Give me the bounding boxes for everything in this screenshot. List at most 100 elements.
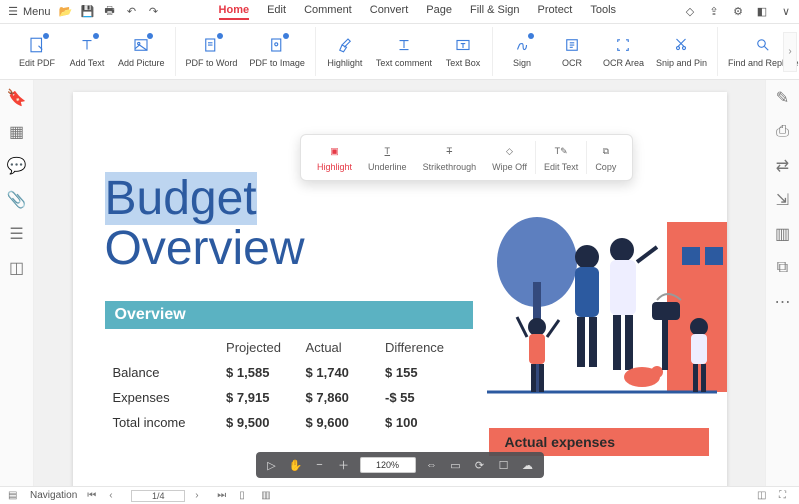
attachments-icon[interactable]: 📎: [9, 192, 25, 208]
fit-page-icon[interactable]: ▭: [448, 457, 464, 473]
rotate-icon[interactable]: ⟳: [472, 457, 488, 473]
first-page-icon[interactable]: ⏮: [87, 490, 99, 502]
add-picture-button[interactable]: Add Picture: [118, 35, 165, 68]
fields-icon[interactable]: ☰: [9, 226, 25, 242]
text-comment-icon: [394, 35, 414, 55]
ribbon-label: Edit PDF: [19, 58, 55, 68]
insert-icon[interactable]: ✎: [775, 90, 791, 106]
add-text-icon: [77, 35, 97, 55]
tab-edit[interactable]: Edit: [267, 4, 286, 20]
open-icon[interactable]: 📂: [59, 5, 73, 19]
ctx-highlight[interactable]: ▣Highlight: [309, 141, 360, 174]
ctx-edit-text[interactable]: T✎ Edit Text: [535, 141, 586, 174]
undo-icon[interactable]: ↶: [125, 5, 139, 19]
redo-icon[interactable]: ↷: [147, 5, 161, 19]
title-selection[interactable]: Budget: [105, 172, 257, 225]
tab-page[interactable]: Page: [426, 4, 452, 20]
bookmark-icon[interactable]: 🔖: [9, 90, 25, 106]
col-actual: Actual: [306, 340, 385, 355]
snip-pin-button[interactable]: Snip and Pin: [656, 35, 707, 68]
pdf-to-image-button[interactable]: PDF to Image: [249, 35, 305, 68]
ribbon-label: Add Picture: [118, 58, 165, 68]
print-icon[interactable]: 🖶: [103, 5, 117, 19]
ribbon-label: PDF to Word: [186, 58, 238, 68]
text-box-button[interactable]: Text Box: [444, 35, 482, 68]
ocr-icon: [562, 35, 582, 55]
table-row: Total income $ 9,500 $ 9,600 $ 100: [105, 410, 473, 435]
zoom-out-icon[interactable]: −: [312, 457, 328, 473]
share-icon[interactable]: ⇪: [707, 5, 721, 19]
col-projected: Projected: [226, 340, 305, 355]
highlight-button[interactable]: Highlight: [326, 35, 364, 68]
ribbon-label: PDF to Image: [249, 58, 305, 68]
thumbnails-icon[interactable]: ▦: [9, 124, 25, 140]
minimize-icon[interactable]: ∨: [779, 5, 793, 19]
sign-button[interactable]: Sign: [503, 35, 541, 68]
export-pdf-icon[interactable]: ⎙: [775, 124, 791, 140]
save-icon[interactable]: 💾: [81, 5, 95, 19]
zoom-in-icon[interactable]: ＋: [336, 457, 352, 473]
text-comment-button[interactable]: Text comment: [376, 35, 432, 68]
fullscreen-icon[interactable]: ⛶: [779, 490, 791, 502]
ctx-strikethrough[interactable]: TStrikethrough: [415, 141, 485, 174]
tab-protect[interactable]: Protect: [538, 4, 573, 20]
fit-width-icon[interactable]: ⇔: [424, 457, 440, 473]
ocr-button[interactable]: OCR: [553, 35, 591, 68]
page-input[interactable]: 1/4: [131, 490, 185, 502]
more-tools-icon[interactable]: ⋯: [775, 294, 791, 310]
prev-page-icon[interactable]: ‹: [109, 490, 121, 502]
ocr-area-button[interactable]: OCR Area: [603, 35, 644, 68]
row-difference: $ 155: [385, 365, 464, 380]
convert-icon[interactable]: ⇄: [775, 158, 791, 174]
tab-home[interactable]: Home: [219, 4, 250, 20]
tab-fillsign[interactable]: Fill & Sign: [470, 4, 520, 20]
layers-icon[interactable]: ◫: [9, 260, 25, 276]
user-icon[interactable]: ◇: [683, 5, 697, 19]
row-projected: $ 9,500: [226, 415, 305, 430]
family-illustration: [467, 162, 727, 422]
table-row: Expenses $ 7,915 $ 7,860 -$ 55: [105, 385, 473, 410]
ctx-label: Underline: [368, 162, 407, 172]
menu-button[interactable]: ☰ Menu: [6, 5, 51, 19]
read-mode-icon[interactable]: ☐: [496, 457, 512, 473]
eraser-icon: ◇: [502, 143, 518, 159]
ctx-wipeoff[interactable]: ◇Wipe Off: [484, 141, 535, 174]
continuous-page-icon[interactable]: ▥: [261, 490, 273, 502]
nav-panel-icon[interactable]: ▤: [8, 490, 20, 502]
last-page-icon[interactable]: ⏭: [217, 490, 229, 502]
settings-icon[interactable]: ⚙: [731, 5, 745, 19]
compress-icon[interactable]: ⇲: [775, 192, 791, 208]
merge-icon[interactable]: ⧉: [775, 260, 791, 276]
ctx-copy[interactable]: ⧉Copy: [586, 141, 624, 174]
skin-icon[interactable]: ◧: [755, 5, 769, 19]
menu-label: Menu: [23, 6, 51, 18]
tab-comment[interactable]: Comment: [304, 4, 352, 20]
next-page-icon[interactable]: ›: [195, 490, 207, 502]
quick-access: 📂 💾 🖶 ↶ ↷: [59, 5, 161, 19]
right-rail: ✎ ⎙ ⇄ ⇲ ▥ ⧉ ⋯: [765, 80, 799, 486]
ribbon-label: Add Text: [70, 58, 105, 68]
edit-text-icon: T✎: [553, 143, 569, 159]
image-tool-icon[interactable]: ▥: [775, 226, 791, 242]
comments-icon[interactable]: 💬: [9, 158, 25, 174]
ribbon-label: Text comment: [376, 58, 432, 68]
overview-table: Projected Actual Difference Balance $ 1,…: [105, 335, 473, 435]
pdf-to-image-icon: [267, 35, 287, 55]
single-page-icon[interactable]: ▯: [239, 490, 251, 502]
tab-convert[interactable]: Convert: [370, 4, 409, 20]
select-tool-icon[interactable]: ▷: [264, 457, 280, 473]
tab-tools[interactable]: Tools: [590, 4, 616, 20]
zoom-input[interactable]: 120%: [360, 457, 416, 473]
pdf-to-word-button[interactable]: PDF to Word: [186, 35, 238, 68]
status-bar: ▤ Navigation ⏮ ‹ 1/4 › ⏭ ▯ ▥ ◫ ⛶: [0, 486, 799, 504]
ctx-underline[interactable]: TUnderline: [360, 141, 415, 174]
navigation-label: Navigation: [30, 490, 77, 501]
ctx-label: Edit Text: [544, 162, 578, 172]
ribbon-more[interactable]: ›: [783, 32, 797, 72]
hand-tool-icon[interactable]: ✋: [288, 457, 304, 473]
edit-pdf-button[interactable]: Edit PDF: [18, 35, 56, 68]
add-text-button[interactable]: Add Text: [68, 35, 106, 68]
view-mode-icon[interactable]: ◫: [757, 490, 769, 502]
cloud-icon[interactable]: ☁: [520, 457, 536, 473]
ribbon-label: Text Box: [446, 58, 481, 68]
